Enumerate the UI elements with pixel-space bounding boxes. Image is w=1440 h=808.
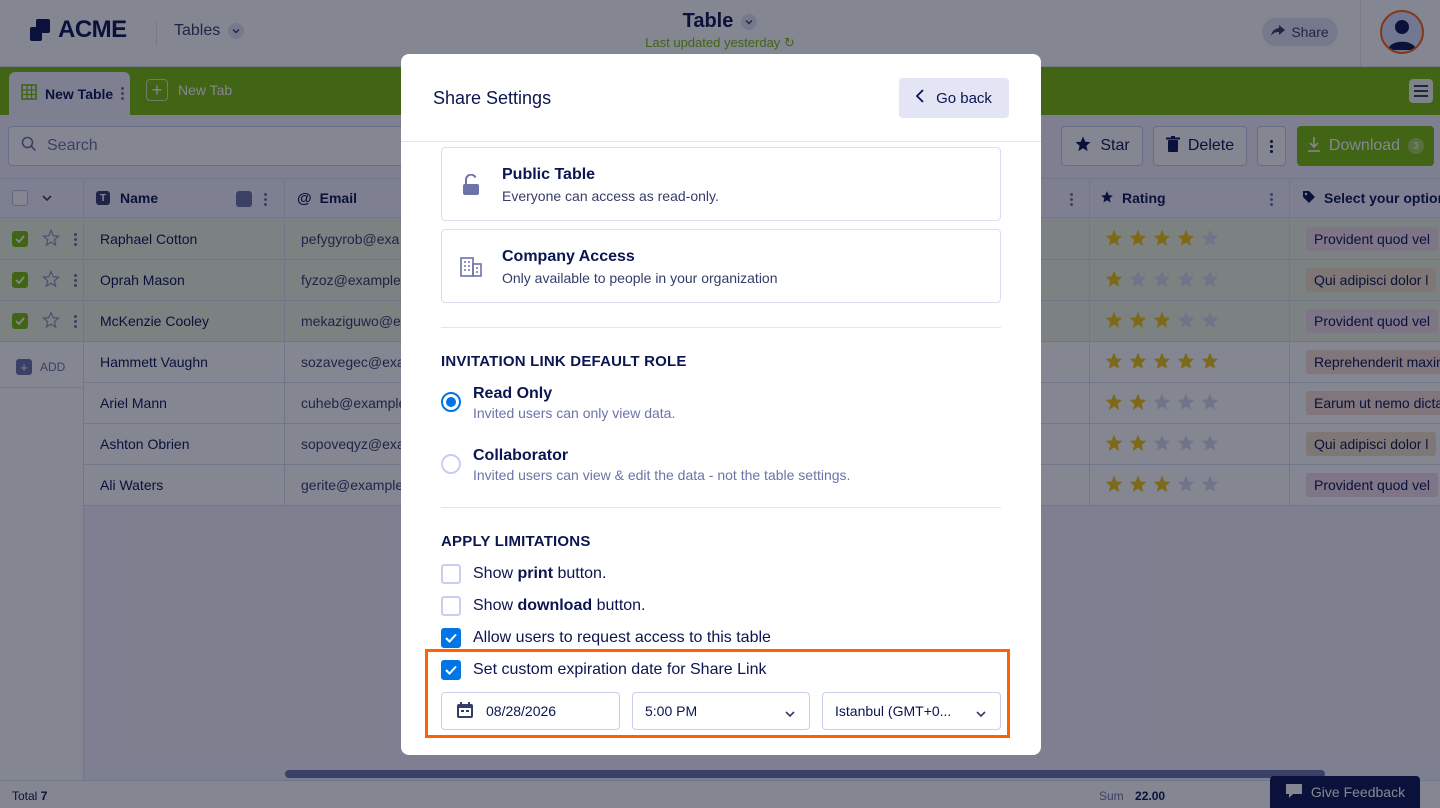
- section-divider: [441, 507, 1001, 508]
- collaborator-description: Invited users can view & edit the data -…: [473, 467, 851, 483]
- modal-title: Share Settings: [433, 88, 552, 108]
- calendar-icon: [456, 701, 474, 722]
- collaborator-radio[interactable]: [441, 454, 461, 474]
- invitation-role-heading: INVITATION LINK DEFAULT ROLE: [441, 353, 687, 370]
- request-access-checkbox[interactable]: [441, 628, 461, 648]
- chevron-left-icon: [915, 89, 924, 107]
- public-table-option[interactable]: Public Table Everyone can access as read…: [441, 147, 1001, 221]
- show-download-checkbox[interactable]: [441, 596, 461, 616]
- request-access-label[interactable]: Allow users to request access to this ta…: [473, 629, 771, 647]
- unlock-icon: [458, 172, 484, 198]
- chevron-down-icon: [976, 706, 986, 722]
- show-print-checkbox[interactable]: [441, 564, 461, 584]
- public-table-title: Public Table: [502, 166, 596, 183]
- show-download-text: Show: [473, 597, 518, 614]
- show-print-text: Show: [473, 565, 518, 582]
- collaborator-title[interactable]: Collaborator: [473, 447, 568, 465]
- company-access-description: Only available to people in your organiz…: [502, 270, 778, 286]
- expiration-date-field[interactable]: 08/28/2026: [441, 692, 620, 730]
- company-access-option[interactable]: Company Access Only available to people …: [441, 229, 1001, 303]
- show-print-label[interactable]: Show print button.: [473, 565, 606, 583]
- show-print-bold: print: [517, 565, 554, 582]
- read-only-radio[interactable]: [441, 392, 461, 412]
- chevron-down-icon: [785, 706, 795, 722]
- show-download-bold: download: [517, 597, 593, 614]
- company-access-title: Company Access: [502, 248, 635, 265]
- show-print-text-end: button.: [553, 565, 607, 582]
- share-settings-modal: Share Settings Go back Public Table Ever…: [401, 54, 1041, 755]
- show-download-label[interactable]: Show download button.: [473, 597, 646, 615]
- timezone-value: Istanbul (GMT+0...: [835, 703, 952, 719]
- date-value: 08/28/2026: [486, 703, 557, 719]
- time-value: 5:00 PM: [645, 703, 698, 719]
- show-download-text-end: button.: [592, 597, 646, 614]
- public-table-description: Everyone can access as read-only.: [502, 188, 719, 204]
- section-divider: [441, 327, 1001, 328]
- expiration-time-select[interactable]: 5:00 PM: [632, 692, 810, 730]
- modal-header: Share Settings Go back: [401, 54, 1041, 142]
- read-only-description: Invited users can only view data.: [473, 405, 676, 421]
- expiration-checkbox[interactable]: [441, 660, 461, 680]
- apply-limitations-heading: APPLY LIMITATIONS: [441, 533, 591, 550]
- building-icon: [458, 254, 484, 280]
- expiration-label[interactable]: Set custom expiration date for Share Lin…: [473, 661, 767, 679]
- timezone-select[interactable]: Istanbul (GMT+0...: [822, 692, 1001, 730]
- read-only-title[interactable]: Read Only: [473, 385, 552, 403]
- go-back-label: Go back: [936, 89, 992, 107]
- go-back-button[interactable]: Go back: [899, 78, 1009, 118]
